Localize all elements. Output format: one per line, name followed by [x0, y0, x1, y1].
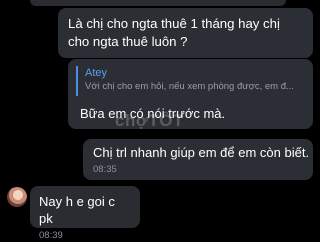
previous-message-bubble[interactable] — [30, 0, 286, 6]
reply-quote[interactable]: Atey Với chị cho em hỏi, nếu xem phòng đ… — [76, 66, 305, 96]
chotot-watermark: chợTỐT — [115, 111, 184, 130]
message-text: Bữa em có nói trước mà. — [80, 106, 226, 121]
avatar[interactable] — [7, 187, 27, 207]
message-timestamp: 08:35 — [93, 164, 117, 175]
message-timestamp: 08:39 — [39, 230, 63, 241]
reply-quote-author: Atey — [85, 67, 108, 79]
chat-thread: Là chị cho ngta thuê 1 tháng hay chị cho… — [0, 0, 320, 241]
message-text: Là chị cho ngta thuê 1 tháng hay chị cho… — [68, 16, 280, 49]
message-bubble-outgoing[interactable]: Là chị cho ngta thuê 1 tháng hay chị cho… — [58, 8, 313, 58]
message-bubble-incoming[interactable]: Nay h e goi c pk 08:39 — [30, 186, 140, 241]
reply-quote-text: Với chị cho em hỏi, nếu xem phòng được, … — [85, 81, 294, 92]
message-bubble-outgoing[interactable]: Chị trl nhanh giúp em để em còn biết. 08… — [83, 139, 313, 180]
message-bubble-outgoing-reply[interactable]: Atey Với chị cho em hỏi, nếu xem phòng đ… — [68, 59, 313, 129]
message-text: Chị trl nhanh giúp em để em còn biết. — [93, 145, 310, 160]
message-text: Nay h e goi c pk — [39, 194, 115, 226]
